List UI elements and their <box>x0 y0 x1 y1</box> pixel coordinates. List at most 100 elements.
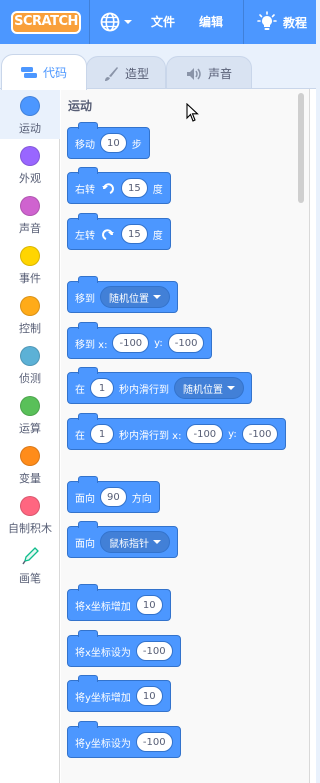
menu-divider <box>243 0 244 44</box>
dx-input[interactable]: 10 <box>135 595 163 615</box>
category-looks[interactable]: 外观 <box>0 139 60 189</box>
category-label: 侦测 <box>19 372 41 385</box>
rotate-left-icon <box>100 226 116 242</box>
block-text: 度 <box>152 230 163 242</box>
category-label: 运算 <box>19 422 41 435</box>
direction-input[interactable]: 90 <box>100 487 127 507</box>
category-my-blocks[interactable]: 自制积木 <box>0 489 60 539</box>
dy-input[interactable]: 10 <box>135 686 163 706</box>
motion-dot-icon <box>20 96 40 116</box>
category-motion[interactable]: 运动 <box>0 89 60 139</box>
glide-block[interactable]: 在 1 秒内滑行到 随机位置 <box>67 367 252 404</box>
category-label: 变量 <box>19 472 41 485</box>
category-label: 声音 <box>19 222 41 235</box>
block-text: 将x坐标设为 <box>75 647 131 659</box>
category-label: 自制积木 <box>8 522 52 535</box>
category-events[interactable]: 事件 <box>0 239 60 289</box>
goto-block[interactable]: 移到 随机位置 <box>67 276 178 313</box>
steps-input[interactable]: 10 <box>100 133 127 153</box>
block-text: 秒内滑行到 <box>119 384 169 396</box>
sound-dot-icon <box>20 196 40 216</box>
set-x-block[interactable]: 将x坐标设为 -100 <box>67 630 181 667</box>
dropdown-arrow-icon <box>153 540 161 544</box>
sensing-dot-icon <box>20 346 40 366</box>
category-sensing[interactable]: 侦测 <box>0 339 60 389</box>
x-input[interactable]: -100 <box>186 424 224 444</box>
language-menu[interactable] <box>100 10 136 34</box>
degrees-input[interactable]: 15 <box>121 224 148 244</box>
block-text: 度 <box>152 184 163 196</box>
category-operators[interactable]: 运算 <box>0 389 60 439</box>
set-y-block[interactable]: 将y坐标设为 -100 <box>67 721 181 758</box>
code-blocks-icon <box>20 66 37 78</box>
tab-code[interactable]: 代码 <box>1 54 87 90</box>
target-dropdown[interactable]: 随机位置 <box>174 377 244 399</box>
y-input[interactable]: -100 <box>167 333 205 353</box>
category-control[interactable]: 控制 <box>0 289 60 339</box>
file-menu[interactable]: 文件 <box>151 13 175 30</box>
tab-sounds-label: 声音 <box>207 67 232 81</box>
block-text: y: <box>228 428 237 440</box>
seconds-input[interactable]: 1 <box>90 378 114 398</box>
dropdown-arrow-icon <box>227 386 235 390</box>
tab-costumes[interactable]: 造型 <box>86 56 166 90</box>
category-menu: 运动 外观 声音 事件 控制 侦测 运算 变量 自制积木 画笔 <box>0 89 60 783</box>
turn-right-block[interactable]: 右转 15 度 <box>67 167 171 204</box>
menu-bar: SCRATCH 文件 编辑 教程 <box>0 0 316 44</box>
category-label: 事件 <box>19 272 41 285</box>
my-blocks-dot-icon <box>20 496 40 516</box>
operators-dot-icon <box>20 396 40 416</box>
chevron-down-icon <box>124 20 132 24</box>
rotate-right-icon <box>100 180 116 196</box>
goto-xy-block[interactable]: 移到 x: -100 y: -100 <box>67 322 213 359</box>
category-label: 外观 <box>19 172 41 185</box>
change-y-block[interactable]: 将y坐标增加 10 <box>67 675 171 712</box>
palette-scrollbar[interactable] <box>298 93 304 203</box>
tab-sounds[interactable]: 声音 <box>166 56 252 90</box>
lightbulb-icon <box>257 11 277 30</box>
palette-heading: 运动 <box>68 99 93 113</box>
dropdown-value: 随机位置 <box>109 293 149 305</box>
tab-costumes-label: 造型 <box>124 67 149 81</box>
category-pen[interactable]: 画笔 <box>0 539 60 589</box>
dropdown-value: 随机位置 <box>183 384 223 396</box>
block-text: 面向 <box>75 493 95 505</box>
target-dropdown[interactable]: 鼠标指针 <box>100 531 170 553</box>
block-text: y: <box>154 337 163 349</box>
dropdown-arrow-icon <box>153 295 161 299</box>
x-input[interactable]: -100 <box>112 333 150 353</box>
block-text: 在 <box>75 384 85 396</box>
y-input[interactable]: -100 <box>135 732 173 752</box>
scratch-logo[interactable]: SCRATCH <box>11 11 81 34</box>
block-text: 面向 <box>75 538 95 550</box>
pen-icon <box>22 547 39 565</box>
change-x-block[interactable]: 将x坐标增加 10 <box>67 584 171 621</box>
block-text: 方向 <box>131 493 152 505</box>
block-text: 将y坐标设为 <box>75 738 131 750</box>
glide-xy-block[interactable]: 在 1 秒内滑行到 x: -100 y: -100 <box>67 413 287 450</box>
tutorials-button[interactable]: 教程 <box>257 11 307 33</box>
block-text: 将x坐标增加 <box>75 601 131 613</box>
brush-icon <box>104 66 118 81</box>
degrees-input[interactable]: 15 <box>121 178 148 198</box>
seconds-input[interactable]: 1 <box>90 424 114 444</box>
category-label: 画笔 <box>19 572 41 585</box>
block-text: 移到 x: <box>75 339 108 351</box>
turn-left-block[interactable]: 左转 15 度 <box>67 213 171 250</box>
y-input[interactable]: -100 <box>241 424 279 444</box>
block-text: 在 <box>75 430 85 442</box>
category-sound[interactable]: 声音 <box>0 189 60 239</box>
edit-menu[interactable]: 编辑 <box>199 13 223 30</box>
control-dot-icon <box>20 296 40 316</box>
mouse-pointer-icon <box>186 103 199 122</box>
menu-divider <box>89 0 90 44</box>
block-text: 移动 <box>75 139 95 151</box>
target-dropdown[interactable]: 随机位置 <box>100 286 170 308</box>
tutorials-label: 教程 <box>283 15 308 30</box>
point-towards-block[interactable]: 面向 鼠标指针 <box>67 521 178 558</box>
point-direction-block[interactable]: 面向 90 方向 <box>67 476 160 513</box>
move-steps-block[interactable]: 移动 10 步 <box>67 122 150 159</box>
category-variables[interactable]: 变量 <box>0 439 60 489</box>
looks-dot-icon <box>20 146 40 166</box>
x-input[interactable]: -100 <box>135 641 173 661</box>
